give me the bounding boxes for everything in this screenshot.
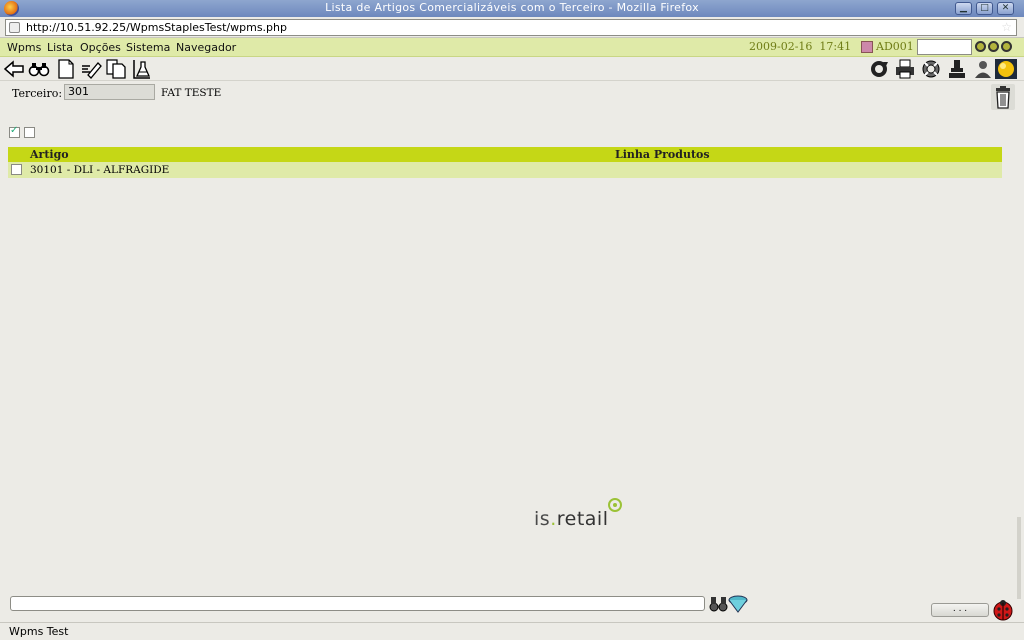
close-button[interactable]: ✕ (997, 2, 1014, 15)
menu-opcoes[interactable]: Opções (80, 41, 121, 54)
ellipsis-button[interactable]: . . . (931, 603, 989, 617)
copy-document-icon[interactable] (105, 59, 127, 79)
logo-is: is (534, 508, 551, 530)
ladybug-icon[interactable] (991, 599, 1015, 621)
new-document-icon[interactable] (55, 59, 77, 79)
row-artigo: 30101 - DLI - ALFRAGIDE (30, 164, 170, 176)
back-arrow-icon[interactable] (3, 59, 25, 79)
menu-sistema[interactable]: Sistema (126, 41, 170, 54)
date: 2009-02-16 (749, 40, 813, 53)
table-header: Artigo Linha Produtos (8, 147, 1002, 162)
window-title-bar: Lista de Artigos Comercializáveis com o … (0, 0, 1024, 17)
isretail-logo: is.retail (534, 508, 608, 530)
menu-navegador[interactable]: Navegador (176, 41, 236, 54)
menu-lista[interactable]: Lista (47, 41, 73, 54)
site-identity-icon[interactable] (9, 22, 20, 33)
table-row[interactable]: 30101 - DLI - ALFRAGIDE (8, 162, 1002, 178)
logo-retail: retail (556, 508, 609, 530)
user-icon[interactable] (972, 59, 994, 79)
refresh-icon[interactable] (868, 59, 890, 79)
lifebuoy-icon[interactable] (920, 59, 942, 79)
status-dot-3-icon[interactable] (1001, 41, 1012, 52)
address-bar: http://10.51.92.25/WpmsStaplesTest/wpms.… (0, 17, 1024, 38)
deselect-all-checkbox[interactable] (24, 127, 35, 138)
column-artigo[interactable]: Artigo (30, 148, 69, 161)
row-checkbox[interactable] (11, 164, 22, 175)
status-bar: Wpms Test (0, 622, 1024, 640)
search-input[interactable] (10, 596, 705, 611)
user-input[interactable] (917, 39, 972, 55)
terceiro-label: Terceiro: (12, 87, 63, 100)
time: 17:41 (819, 40, 852, 53)
edit-icon[interactable] (80, 59, 102, 79)
terceiro-name: FAT TESTE (161, 87, 222, 99)
window-title: Lista de Artigos Comercializáveis com o … (325, 1, 699, 14)
yellow-sphere-icon[interactable] (994, 59, 1018, 79)
hand-stamp-icon[interactable] (946, 59, 968, 79)
binoculars-icon[interactable] (28, 59, 50, 79)
app-menu-bar: Wpms Lista Opções Sistema Navegador 2009… (0, 38, 1024, 57)
maximize-button[interactable]: □ (976, 2, 993, 15)
select-all-checkbox[interactable] (9, 125, 20, 138)
url-input[interactable]: http://10.51.92.25/WpmsStaplesTest/wpms.… (5, 19, 1017, 36)
user-code: AD001 (876, 40, 914, 53)
user-badge-icon (861, 41, 873, 53)
logo-mark-icon (608, 498, 622, 512)
date-time: 2009-02-16 17:41 (749, 40, 851, 53)
menu-wpms[interactable]: Wpms (7, 41, 41, 54)
filter-funnel-icon[interactable] (727, 594, 749, 614)
status-dot-1-icon[interactable] (975, 41, 986, 52)
trash-icon[interactable] (991, 84, 1015, 110)
status-text: Wpms Test (9, 625, 69, 638)
url-text[interactable]: http://10.51.92.25/WpmsStaplesTest/wpms.… (26, 21, 287, 34)
minimize-button[interactable]: ▁ (955, 2, 972, 15)
bookmark-star-icon[interactable]: ☆ (1001, 20, 1012, 34)
scrollbar[interactable] (1017, 517, 1021, 599)
column-linha-produtos[interactable]: Linha Produtos (615, 148, 710, 161)
print-icon[interactable] (894, 59, 916, 79)
terceiro-field[interactable]: 301 (64, 84, 155, 100)
status-dot-2-icon[interactable] (988, 41, 999, 52)
lab-flask-icon[interactable] (131, 59, 153, 79)
toolbar (0, 57, 1024, 81)
